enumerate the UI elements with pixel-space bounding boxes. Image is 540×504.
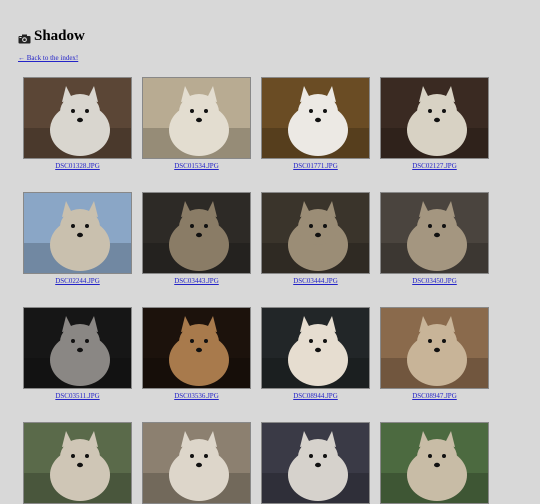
gallery-item: DSC03444.JPG [261,192,370,286]
photo-grid: DSC01328.JPG DSC01534.JPG DSC01771.JPG DSC0… [23,77,489,504]
gallery-item: DSC02244.JPG [23,192,132,286]
gallery-item: DSC01328.JPG [23,77,132,171]
photo-caption-link[interactable]: DSC01771.JPG [261,161,370,171]
gallery-item: DSC02127.JPG [380,77,489,171]
photo-thumbnail[interactable] [142,77,251,159]
photo-thumbnail[interactable] [261,77,370,159]
gallery-item [380,422,489,504]
photo-thumbnail[interactable] [261,422,370,504]
photo-thumbnail[interactable] [142,307,251,389]
photo-thumbnail[interactable] [380,422,489,504]
photo-thumbnail[interactable] [23,307,132,389]
photo-thumbnail[interactable] [380,307,489,389]
gallery-item: DSC01534.JPG [142,77,251,171]
gallery-item: DSC08947.JPG [380,307,489,401]
photo-caption-link[interactable]: DSC08944.JPG [261,391,370,401]
photo-caption-link[interactable]: DSC01534.JPG [142,161,251,171]
photo-thumbnail[interactable] [23,422,132,504]
photo-thumbnail[interactable] [142,422,251,504]
photo-thumbnail[interactable] [142,192,251,274]
photo-caption-link[interactable]: DSC03511.JPG [23,391,132,401]
gallery-item: DSC08944.JPG [261,307,370,401]
photo-caption-link[interactable]: DSC03536.JPG [142,391,251,401]
photo-caption-link[interactable]: DSC02244.JPG [23,276,132,286]
camera-icon [18,31,31,44]
photo-thumbnail[interactable] [380,192,489,274]
photo-caption-link[interactable]: DSC03444.JPG [261,276,370,286]
gallery-item: DSC03450.JPG [380,192,489,286]
photo-thumbnail[interactable] [380,77,489,159]
gallery-item: DSC03443.JPG [142,192,251,286]
photo-caption-link[interactable]: DSC01328.JPG [23,161,132,171]
photo-caption-link[interactable]: DSC02127.JPG [380,161,489,171]
photo-caption-link[interactable]: DSC08947.JPG [380,391,489,401]
photo-thumbnail[interactable] [23,77,132,159]
gallery-item [23,422,132,504]
page-title-text: Shadow [34,28,85,44]
photo-thumbnail[interactable] [261,192,370,274]
page-title: Shadow [18,27,85,45]
gallery-item: DSC03536.JPG [142,307,251,401]
photo-thumbnail[interactable] [261,307,370,389]
photo-caption-link[interactable]: DSC03443.JPG [142,276,251,286]
gallery-item [261,422,370,504]
gallery-item: DSC01771.JPG [261,77,370,171]
photo-thumbnail[interactable] [23,192,132,274]
gallery-item: DSC03511.JPG [23,307,132,401]
photo-caption-link[interactable]: DSC03450.JPG [380,276,489,286]
gallery-item [142,422,251,504]
back-to-index-link[interactable]: ← Back to the index! [18,54,78,62]
